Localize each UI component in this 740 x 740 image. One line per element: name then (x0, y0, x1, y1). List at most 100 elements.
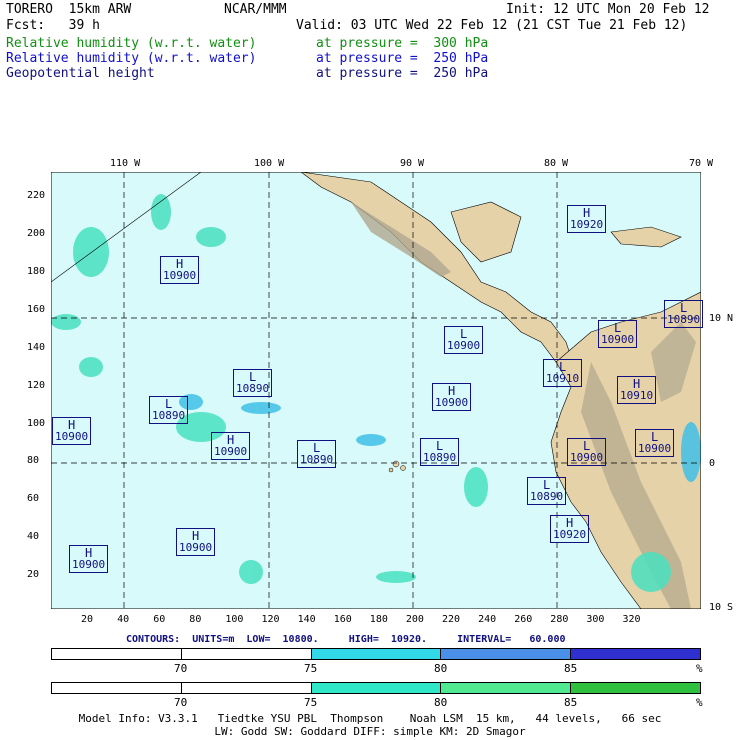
island (392, 460, 400, 468)
x-tick-label: 220 (442, 614, 461, 625)
colorbar-2-label: 75 (304, 696, 318, 709)
valid-time: Valid: 03 UTC Wed 22 Feb 12 (21 CST Tue … (296, 18, 688, 33)
system-label: L 10890 (527, 477, 567, 505)
y-tick-label: 120 (27, 379, 46, 391)
lon-label: 80 W (544, 158, 569, 169)
system-label: L 10890 (420, 438, 460, 466)
humidity-patch (151, 194, 171, 230)
x-tick-label: 320 (622, 614, 641, 625)
system-label: L 10910 (543, 359, 583, 387)
y-tick-label: 160 (27, 303, 46, 315)
lon-label: 90 W (400, 158, 425, 169)
colorbar-1-swatch (440, 649, 571, 659)
field-3-name: Geopotential height (6, 66, 155, 81)
init-time: Init: 12 UTC Mon 20 Feb 12 (506, 2, 710, 17)
y-tick-label: 140 (27, 341, 46, 353)
x-tick-label: 80 (189, 614, 202, 625)
x-tick-label: 260 (514, 614, 533, 625)
lat-label: 10 N (709, 313, 734, 324)
colorbar-2-swatch (180, 683, 311, 693)
field-1-name: Relative humidity (w.r.t. water) (6, 36, 257, 51)
system-label: L 10890 (149, 396, 189, 424)
system-label: H 10900 (160, 256, 200, 284)
institution-label: NCAR/MMM (224, 2, 287, 17)
x-tick-label: 20 (81, 614, 94, 625)
colorbar-2-swatch (440, 683, 571, 693)
field-1-level: at pressure = 300 hPa (316, 36, 489, 51)
y-tick-label: 100 (27, 417, 46, 429)
x-tick-label: 280 (550, 614, 569, 625)
humidity-patch (196, 227, 226, 247)
system-label: H 10900 (176, 528, 216, 556)
system-label: L 10890 (297, 440, 337, 468)
humidity-patch (241, 402, 281, 414)
physics-info: LW: Godd SW: Goddard DIFF: simple KM: 2D… (214, 725, 526, 738)
system-label: H 10900 (52, 417, 92, 445)
y-tick-label: 40 (27, 531, 40, 543)
x-tick-label: 100 (225, 614, 244, 625)
colorbar-1-swatch (180, 649, 311, 659)
humidity-patch (631, 552, 671, 592)
system-label: H 10920 (550, 515, 590, 543)
colorbar-2-unit: % (696, 696, 703, 709)
field-3-level: at pressure = 250 hPa (316, 66, 489, 81)
island (388, 467, 394, 473)
humidity-patch (464, 467, 488, 507)
system-label: H 10900 (432, 383, 472, 411)
system-label: L 10900 (567, 438, 607, 466)
forecast-hour: Fcst: 39 h (6, 18, 100, 33)
humidity-patch (51, 314, 81, 330)
x-tick-label: 160 (333, 614, 352, 625)
y-tick-label: 60 (27, 493, 40, 505)
colorbar-1-label: 80 (434, 662, 448, 675)
colorbar-1-label: 75 (304, 662, 318, 675)
colorbar-2-swatch (570, 683, 700, 693)
colorbar-1-swatch (310, 649, 441, 659)
x-tick-label: 180 (369, 614, 388, 625)
x-tick-label: 140 (297, 614, 316, 625)
humidity-patch (681, 422, 701, 482)
x-tick-label: 40 (117, 614, 130, 625)
model-info: Model Info: V3.3.1 Tiedtke YSU PBL Thomp… (78, 712, 662, 725)
lon-label: 70 W (689, 158, 714, 169)
island (400, 465, 406, 471)
field-2-name: Relative humidity (w.r.t. water) (6, 51, 257, 66)
humidity-patch (73, 227, 109, 277)
colorbar-2-swatch (310, 683, 441, 693)
colorbar-2-label: 70 (174, 696, 188, 709)
contour-info: CONTOURS: UNITS=m LOW= 10800. HIGH= 1092… (126, 634, 566, 645)
colorbar-1-swatch (52, 649, 181, 659)
system-label: H 10920 (567, 205, 607, 233)
lon-label: 100 W (254, 158, 285, 169)
y-tick-label: 180 (27, 266, 46, 278)
system-label: H 10910 (617, 376, 657, 404)
colorbar-1-swatch (570, 649, 700, 659)
colorbar-2-label: 85 (564, 696, 578, 709)
y-tick-label: 80 (27, 455, 40, 467)
lat-label: 10 S (709, 602, 734, 613)
humidity-patch (376, 571, 416, 583)
x-tick-label: 240 (478, 614, 497, 625)
colorbar-2 (51, 682, 701, 694)
lon-label: 110 W (110, 158, 141, 169)
colorbar-2-swatch (52, 683, 181, 693)
y-tick-label: 200 (27, 228, 46, 240)
weather-map (51, 172, 701, 609)
system-label: H 10900 (211, 432, 251, 460)
humidity-patch (356, 434, 386, 446)
x-tick-label: 300 (586, 614, 605, 625)
x-tick-label: 120 (261, 614, 280, 625)
colorbar-1-unit: % (696, 662, 703, 675)
system-label: L 10900 (598, 320, 638, 348)
field-2-level: at pressure = 250 hPa (316, 51, 489, 66)
colorbar-1-label: 85 (564, 662, 578, 675)
system-label: L 10890 (664, 300, 704, 328)
humidity-patch (79, 357, 103, 377)
lat-label: 0 (709, 458, 716, 469)
system-label: L 10890 (233, 369, 273, 397)
colorbar-2-label: 80 (434, 696, 448, 709)
y-tick-label: 220 (27, 190, 46, 202)
model-title: TORERO 15km ARW (6, 2, 132, 17)
x-tick-label: 200 (405, 614, 424, 625)
colorbar-1-label: 70 (174, 662, 188, 675)
